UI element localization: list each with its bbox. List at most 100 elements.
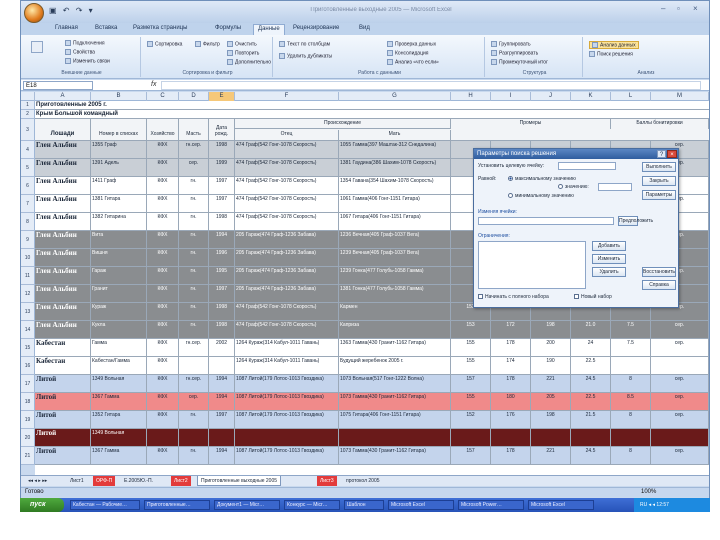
cell-mother[interactable]: 1073 Гамма(430 Гранит-1162 Гитара) [339, 393, 451, 410]
tab-page-layout[interactable]: Разметка страницы [129, 24, 191, 35]
row-header[interactable]: 1 [21, 101, 35, 110]
changing-cells-input[interactable] [478, 217, 614, 225]
row-header[interactable]: 20 [21, 429, 35, 447]
cell-owner[interactable]: Гранит [91, 285, 147, 302]
cell-year[interactable]: 1998 [209, 321, 235, 338]
row-header[interactable]: 19 [21, 411, 35, 429]
column-header[interactable]: E [209, 92, 235, 101]
task-item[interactable]: Документ1 — Micr… [214, 500, 280, 510]
cell-m4[interactable]: 24.5 [571, 375, 611, 392]
row-header[interactable]: 3 [21, 119, 35, 141]
cell-suit[interactable]: гн.сер. [179, 141, 209, 158]
row-header[interactable]: 2 [21, 110, 35, 119]
cell-owner[interactable]: Кабестан/Гамма [91, 357, 147, 374]
task-item[interactable]: Microsoft Power… [458, 500, 524, 510]
cell-year[interactable] [209, 429, 235, 446]
cell-farm[interactable] [147, 429, 179, 446]
cell-m6[interactable]: сер. [651, 411, 709, 428]
task-item[interactable]: Microsoft Excel [528, 500, 594, 510]
cell-m4[interactable]: 22.5 [571, 393, 611, 410]
sheet-subtitle[interactable]: Крым Большой командный [35, 110, 235, 118]
cell-m3[interactable]: 221 [531, 375, 571, 392]
solver-button[interactable]: Поиск решения [589, 51, 633, 57]
tab-formulas[interactable]: Формулы [211, 24, 245, 35]
column-header[interactable]: J [531, 92, 571, 101]
fx-icon[interactable]: fx [151, 81, 156, 88]
cell-m2[interactable] [491, 429, 531, 446]
sheet-tab[interactable]: Лист2 [171, 476, 191, 486]
cell-m1[interactable]: 153 [451, 321, 491, 338]
what-if-button[interactable]: Анализ «что если» [387, 59, 439, 65]
full-set-checkbox[interactable] [478, 294, 483, 300]
cell-name[interactable]: Глен Альбин [35, 195, 91, 212]
cell-mother[interactable]: 1236 Вечная(405 Граф-1037 Вега) [339, 231, 451, 248]
row-header[interactable]: 13 [21, 303, 35, 321]
column-header[interactable]: M [651, 92, 709, 101]
cell-father[interactable]: 1087 Литой(179 Лотос-1013 Гвоздика) [235, 447, 339, 464]
column-header[interactable]: C [147, 92, 179, 101]
cell-m5[interactable] [611, 429, 651, 446]
cell-owner[interactable]: 1411 Граф [91, 177, 147, 194]
max-radio[interactable] [508, 176, 513, 182]
cell-m2[interactable]: 172 [491, 321, 531, 338]
cell-name[interactable]: Литой [35, 429, 91, 446]
cell-m2[interactable]: 178 [491, 375, 531, 392]
cell-m2[interactable]: 176 [491, 411, 531, 428]
constraints-list[interactable] [478, 241, 586, 289]
header-date[interactable]: Дата рожд. [209, 119, 235, 140]
reset-button[interactable]: Восстановить [642, 267, 676, 277]
cell-owner[interactable]: 1367 Гамма [91, 447, 147, 464]
cell-farm[interactable]: КФХ [147, 285, 179, 302]
cell-owner[interactable]: Гараж [91, 267, 147, 284]
cell-mother[interactable]: Кармен [339, 303, 451, 320]
cell-m6[interactable]: сер. [651, 321, 709, 338]
cell-farm[interactable]: КФХ [147, 357, 179, 374]
close-button[interactable]: × [693, 4, 698, 13]
cell-m3[interactable]: 221 [531, 447, 571, 464]
cell-farm[interactable]: КФХ [147, 249, 179, 266]
cell-father[interactable]: 205 Гараж(474 Граф-1236 Забава) [235, 285, 339, 302]
cell-father[interactable]: 474 Граф(542 Гонг-1078 Скорость) [235, 177, 339, 194]
cell-owner[interactable]: 1349 Вольная [91, 429, 147, 446]
cell-suit[interactable] [179, 429, 209, 446]
formula-input[interactable] [161, 81, 701, 90]
cell-m3[interactable] [531, 429, 571, 446]
cell-suit[interactable]: гн. [179, 285, 209, 302]
column-header[interactable]: D [179, 92, 209, 101]
cell-name[interactable]: Глен Альбин [35, 267, 91, 284]
cell-name[interactable]: Глен Альбин [35, 213, 91, 230]
cell-m1[interactable]: 155 [451, 393, 491, 410]
cell-name[interactable]: Глен Альбин [35, 303, 91, 320]
cell-name[interactable]: Глен Альбин [35, 177, 91, 194]
cell-m6[interactable]: сер. [651, 339, 709, 356]
cell-name[interactable]: Глен Альбин [35, 285, 91, 302]
column-header[interactable]: B [91, 92, 147, 101]
tab-view[interactable]: Вид [355, 24, 374, 35]
cell-mother[interactable]: 1239 Вечная(405 Граф-1037 Вега) [339, 249, 451, 266]
full-set-option[interactable]: Начинать с полного набора [478, 294, 549, 300]
sheet-tab[interactable]: протокол 2005 [343, 476, 383, 486]
cell-farm[interactable]: КФХ [147, 213, 179, 230]
cell-m4[interactable]: 24 [571, 339, 611, 356]
tab-nav[interactable]: ◂◂ ◂ ▸ ▸▸ [25, 476, 50, 486]
select-all[interactable] [21, 92, 35, 101]
advanced-filter-button[interactable]: Дополнительно [227, 59, 271, 65]
cell-m1[interactable]: 152 [451, 411, 491, 428]
cell-father[interactable]: 474 Граф(542 Гонг-1078 Скорость) [235, 303, 339, 320]
cell-m5[interactable]: 8 [611, 447, 651, 464]
cell-m6[interactable]: сер. [651, 375, 709, 392]
row-header[interactable]: 4 [21, 141, 35, 159]
cell-mother[interactable]: 1061 Гамма(406 Гонг-1151 Гитара) [339, 195, 451, 212]
cell-suit[interactable] [179, 357, 209, 374]
cell-farm[interactable]: КФХ [147, 411, 179, 428]
cell-father[interactable]: 474 Граф(542 Гонг-1078 Скорость) [235, 321, 339, 338]
cell-m1[interactable]: 155 [451, 339, 491, 356]
ungroup-button[interactable]: Разгруппировать [491, 50, 538, 56]
header-farm[interactable]: Хозяйство [147, 119, 179, 140]
cell-name[interactable]: Литой [35, 411, 91, 428]
cell-owner[interactable]: Вита [91, 231, 147, 248]
cell-mother[interactable]: 1363 Гамма(430 Гранит-1162 Гитара) [339, 339, 451, 356]
cell-m5[interactable] [611, 357, 651, 374]
cell-year[interactable]: 1997 [209, 285, 235, 302]
subtotal-button[interactable]: Промежуточный итог [491, 59, 548, 65]
